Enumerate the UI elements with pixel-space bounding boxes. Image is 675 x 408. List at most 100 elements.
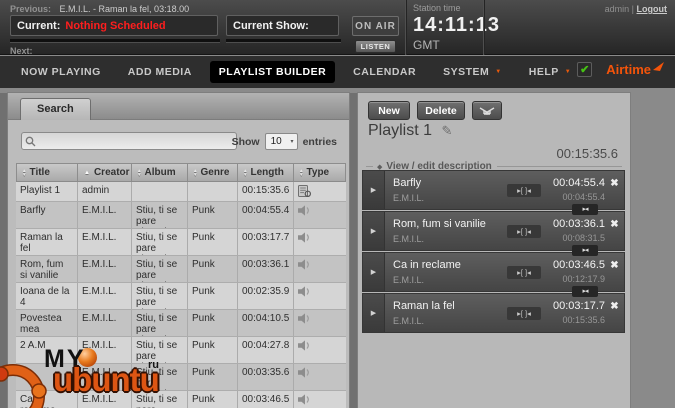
table-row[interactable]: Raman la felE.M.I.L.Stiu, ti se pare abs… (16, 229, 346, 256)
column-header-type[interactable]: ▴ ▾ Type (294, 163, 346, 181)
cell-title: Barfly (16, 202, 78, 228)
table-row[interactable]: Povestea meaE.M.I.L.Stiu, ti se pare abs… (16, 310, 346, 337)
table-row[interactable]: BarflyE.M.I.L.Stiu, ti se pare absurdPun… (16, 202, 346, 229)
delete-playlist-button[interactable]: Delete (417, 101, 465, 120)
nav-item-system[interactable]: SYSTEM ▼ (434, 61, 511, 83)
cell-creator: E.M.I.L. (78, 310, 132, 336)
search-input[interactable] (21, 132, 237, 150)
logout-link[interactable]: Logout (637, 4, 668, 14)
nav-item-label: PLAYLIST BUILDER (218, 66, 327, 78)
playlist-items: ▶ Barfly E.M.I.L. ▸[ ]◂ 00:04:55.4 00:04:55.4… (362, 170, 625, 334)
play-button[interactable]: ▶ (363, 171, 385, 209)
table-header-row: ▴ ▾ Title ▲ Creator ▴ ▾ Album ▴ ▾ Genre ▴ ▾ Length ▴ ▾ T… (16, 163, 346, 182)
brand-area: ✔ Airtime (577, 61, 665, 77)
column-header-creator[interactable]: ▲ Creator (78, 163, 132, 181)
column-header-length[interactable]: ▴ ▾ Length (238, 163, 294, 181)
cell-length: 00:03:17.7 (238, 229, 294, 255)
table-row[interactable]: Rom, fum si vanilie E.M.I.L. Stiu, ti se p… (16, 256, 346, 283)
table-row[interactable]: Ioana de la 4E.M.I.L.Stiu, ti se pare ab… (16, 283, 346, 310)
previous-track-line: Previous: E.M.I.L. - Raman la fel, 03:18… (10, 4, 189, 14)
panel-divider[interactable] (349, 93, 358, 408)
fade-in-out-badge[interactable]: ▸[ ]◂ (507, 306, 541, 320)
audio-file-icon (294, 202, 346, 228)
table-row[interactable]: Playlist 1 admin 00:15:35.6 (16, 182, 346, 202)
column-header-title[interactable]: ▴ ▾ Title (16, 163, 78, 181)
column-header-album[interactable]: ▴ ▾ Album (132, 163, 188, 181)
cell-creator: E.M.I.L. (78, 337, 132, 363)
nav-item-calendar[interactable]: CALENDAR (344, 61, 425, 83)
previous-label: Previous: (10, 4, 52, 14)
current-track-value: Nothing Scheduled (65, 19, 166, 32)
cell-length: 00:03:36.1 (238, 256, 294, 282)
table-row[interactable]: Ca in reclameE.M.I.L.Stiu, ti se pare ab… (16, 391, 346, 408)
sort-down-glyph: ▾ (244, 171, 247, 178)
cell-length: 00:04:55.4 (238, 202, 294, 228)
status-topbar: Previous: E.M.I.L. - Raman la fel, 03:18… (0, 0, 675, 56)
nav-item-label: NOW PLAYING (21, 66, 101, 78)
sort-down-glyph: ▾ (300, 171, 303, 178)
audio-file-icon (294, 391, 346, 408)
sort-down-glyph: ▾ (194, 171, 197, 178)
item-cumulative-time: 00:15:35.6 (562, 315, 605, 325)
page-size-select[interactable]: 10 ▾ (264, 133, 298, 150)
cell-title: Rom, fum si vanilie (16, 256, 78, 282)
user-separator: | (631, 4, 634, 14)
cell-creator: E.M.I.L. (78, 283, 132, 309)
main-nav: NOW PLAYING ADD MEDIA PLAYLIST BUILDER CALE… (0, 56, 675, 88)
airtime-logo: Airtime (606, 62, 651, 77)
nav-item-playlist-builder[interactable]: PLAYLIST BUILDER (209, 61, 336, 83)
remove-item-button[interactable]: ✖ (605, 294, 624, 332)
cell-title: Playlist 1 (16, 182, 78, 201)
chevron-down-icon: ▼ (495, 69, 502, 75)
nav-item-label: HELP (528, 66, 559, 78)
crossfade-tool-button[interactable] (472, 101, 502, 120)
audio-file-icon (294, 310, 346, 336)
remove-item-button[interactable]: ✖ (605, 171, 624, 209)
page-size-control: Show 10 ▾ entries (232, 133, 337, 150)
playlist-icon (294, 182, 346, 201)
table-row[interactable]: yE.M.I.L.Stiu, ti se pare absurdPunk00:0… (16, 364, 346, 391)
column-label: Length (250, 167, 284, 178)
item-info: Ca in reclame E.M.I.L. (385, 253, 507, 291)
playlist-item[interactable]: ▶ Raman la fel E.M.I.L. ▸[ ]◂ 00:03:17.7 00:1… (362, 293, 625, 333)
remove-item-button[interactable]: ✖ (605, 212, 624, 250)
listen-button[interactable]: LISTEN (355, 40, 396, 53)
nav-item-add-media[interactable]: ADD MEDIA (119, 61, 201, 83)
sort-both-icon: ▴ ▾ (300, 168, 303, 178)
cell-genre: Punk (188, 229, 238, 255)
table-row[interactable]: 2 A.ME.M.I.L.Stiu, ti se pare absurdPunk… (16, 337, 346, 364)
tab-search[interactable]: Search (20, 98, 91, 120)
cell-album (132, 182, 188, 201)
cell-creator: E.M.I.L. (78, 256, 132, 282)
nav-item-label: CALENDAR (353, 66, 417, 78)
show-label: Show (231, 135, 260, 148)
previous-track-value: E.M.I.L. - Raman la fel, 03:18.00 (59, 4, 190, 14)
sort-asc-icon: ▲ (84, 169, 90, 176)
select-caret-icon: ▾ (290, 139, 294, 145)
play-button[interactable]: ▶ (363, 294, 385, 332)
crossfade-badge[interactable]: ▸◂ (572, 245, 598, 256)
topbar-divider (405, 0, 406, 55)
cell-genre: Punk (188, 337, 238, 363)
nav-item-help[interactable]: HELP ▼ (520, 61, 580, 83)
library-tabbar: Search (8, 93, 349, 120)
remove-item-button[interactable]: ✖ (605, 253, 624, 291)
fade-in-out-badge[interactable]: ▸[ ]◂ (507, 224, 541, 238)
crossfade-badge[interactable]: ▸◂ (572, 204, 598, 215)
fade-in-out-badge[interactable]: ▸[ ]◂ (507, 183, 541, 197)
item-cumulative-time: 00:08:31.5 (562, 233, 605, 243)
audio-file-icon (294, 283, 346, 309)
play-button[interactable]: ▶ (363, 212, 385, 250)
fade-in-out-badge[interactable]: ▸[ ]◂ (507, 265, 541, 279)
new-playlist-button[interactable]: New (368, 101, 410, 120)
column-header-genre[interactable]: ▴ ▾ Genre (188, 163, 238, 181)
edit-name-pencil-icon[interactable]: ✎ (441, 123, 452, 139)
play-button[interactable]: ▶ (363, 253, 385, 291)
nav-item-now-playing[interactable]: NOW PLAYING (12, 61, 110, 83)
page-left-gutter (0, 93, 8, 408)
playlist-name: Playlist 1 (368, 122, 433, 139)
cell-creator: E.M.I.L. (78, 391, 132, 408)
nav-item-label: SYSTEM (443, 66, 490, 78)
crossfade-badge[interactable]: ▸◂ (572, 286, 598, 297)
cell-creator: E.M.I.L. (78, 364, 132, 390)
